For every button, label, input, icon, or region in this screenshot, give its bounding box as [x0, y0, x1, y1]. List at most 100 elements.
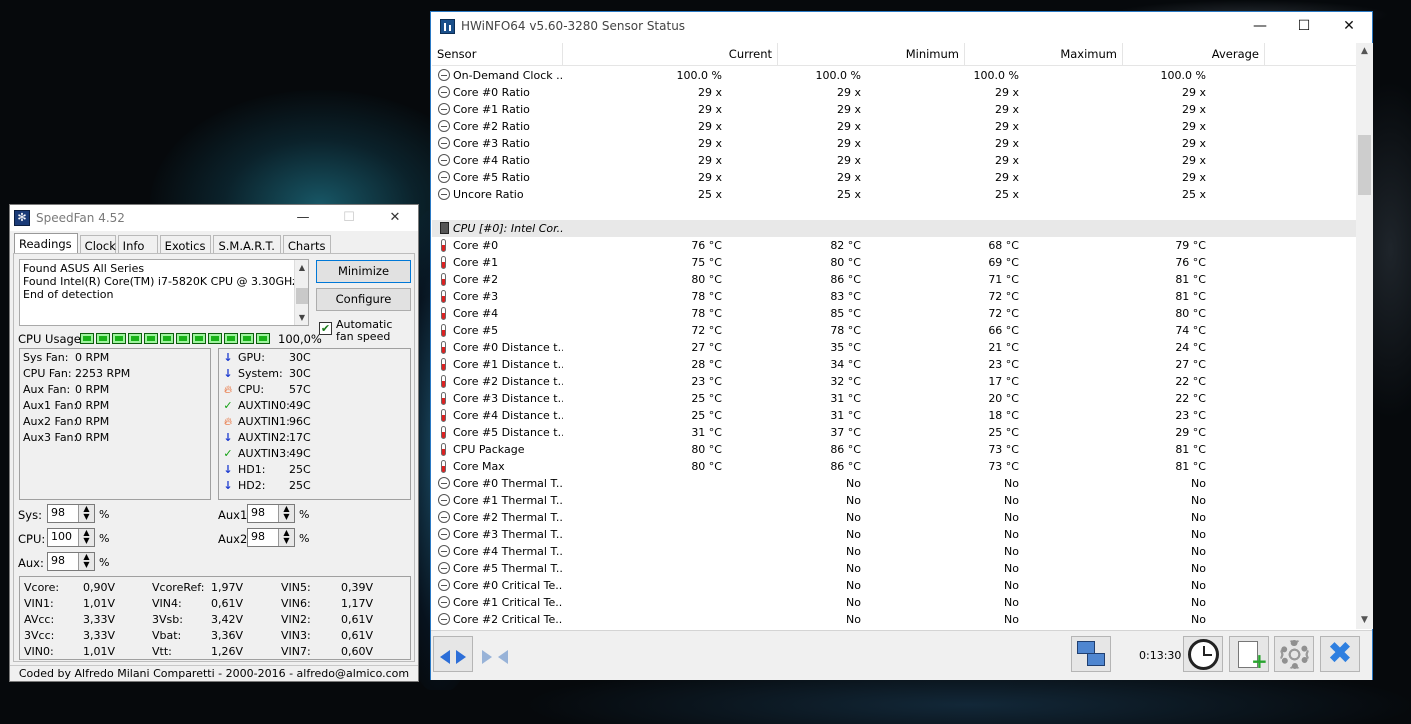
- auto-fan-speed-checkbox[interactable]: ✔ Automatic fan speed: [319, 319, 406, 343]
- spin-arrows-icon[interactable]: ▲ ▼: [78, 529, 94, 546]
- maximize-button[interactable]: ☐: [1281, 12, 1327, 42]
- flame-icon: 🔥︎: [223, 415, 233, 428]
- scroll-up-icon[interactable]: ▲: [295, 261, 309, 274]
- table-row[interactable]: Core #4 Distance t... 23 °C 18 °C 31 °C 25 °…: [432, 407, 1356, 424]
- table-row[interactable]: On-Demand Clock ... 100.0 % 100.0 % 100.0 %…: [432, 67, 1356, 84]
- close-sensors-button[interactable]: ✖: [1320, 636, 1360, 672]
- aux1-speed-stepper[interactable]: 98 ▲ ▼: [247, 504, 295, 523]
- table-row[interactable]: Core #3 Ratio 29 x 29 x 29 x 29 x: [432, 135, 1356, 152]
- tab-smart[interactable]: S.M.A.R.T.: [213, 235, 281, 254]
- table-row[interactable]: Core #0 Distance t... 24 °C 21 °C 35 °C 27 °…: [432, 339, 1356, 356]
- sensor-max-value: 37 °C: [830, 426, 861, 439]
- table-row[interactable]: Core #3 81 °C 72 °C 83 °C 78 °C: [432, 288, 1356, 305]
- table-row[interactable]: Core #4 Ratio 29 x 29 x 29 x 29 x: [432, 152, 1356, 169]
- sensor-current-value: No: [1191, 562, 1206, 575]
- network-button[interactable]: [1071, 636, 1111, 672]
- minimize-button[interactable]: —: [280, 205, 326, 231]
- scroll-thumb[interactable]: [1358, 135, 1371, 195]
- table-row[interactable]: Core #1 Thermal T... No No No: [432, 492, 1356, 509]
- table-row[interactable]: Core #5 Distance t... 29 °C 25 °C 37 °C 31 °…: [432, 424, 1356, 441]
- scroll-down-icon[interactable]: ▼: [295, 311, 309, 324]
- table-row[interactable]: Core Max 81 °C 73 °C 86 °C 80 °C: [432, 458, 1356, 475]
- tab-readings[interactable]: Readings: [14, 233, 78, 254]
- log-scrollbar[interactable]: ▲ ▼: [294, 260, 308, 325]
- expand-layout-button[interactable]: [433, 636, 473, 672]
- table-row[interactable]: Core #2 Ratio 29 x 29 x 29 x 29 x: [432, 118, 1356, 135]
- sensor-name: Core #1 Ratio: [453, 103, 530, 116]
- column-header-maximum[interactable]: Maximum: [965, 43, 1123, 66]
- sensor-name: Core #2 Thermal T...: [453, 511, 563, 524]
- maximize-button[interactable]: ☐: [326, 205, 372, 231]
- table-row[interactable]: Core #5 Ratio 29 x 29 x 29 x 29 x: [432, 169, 1356, 186]
- aux-speed-stepper[interactable]: 98 ▲ ▼: [47, 552, 95, 571]
- table-row[interactable]: Core #2 81 °C 71 °C 86 °C 80 °C: [432, 271, 1356, 288]
- sys-speed-stepper[interactable]: 98 ▲ ▼: [47, 504, 95, 523]
- minimize-button[interactable]: Minimize: [316, 260, 411, 283]
- table-row[interactable]: Core #3 Distance t... 22 °C 20 °C 31 °C 25 °…: [432, 390, 1356, 407]
- tab-exotics[interactable]: Exotics: [159, 235, 212, 254]
- table-row[interactable]: Core #3 Thermal T... No No No: [432, 526, 1356, 543]
- tab-info[interactable]: Info: [117, 235, 158, 254]
- sensor-name: Core #2 Critical Te...: [453, 613, 563, 626]
- aux2-speed-stepper[interactable]: 98 ▲ ▼: [247, 528, 295, 547]
- table-row[interactable]: Uncore Ratio 25 x 25 x 25 x 25 x: [432, 186, 1356, 203]
- sensor-name: Core #4 Ratio: [453, 154, 530, 167]
- table-row[interactable]: [432, 203, 1356, 220]
- sensor-max-value: 85 °C: [830, 307, 861, 320]
- table-row[interactable]: Core #0 Ratio 29 x 29 x 29 x 29 x: [432, 84, 1356, 101]
- tab-charts[interactable]: Charts: [282, 235, 332, 254]
- scroll-up-icon[interactable]: ▲: [1356, 43, 1373, 60]
- reset-clock-button[interactable]: [1183, 636, 1223, 672]
- close-button[interactable]: ✕: [372, 205, 418, 231]
- table-row[interactable]: Core #1 76 °C 69 °C 80 °C 75 °C: [432, 254, 1356, 271]
- minimize-button[interactable]: —: [1237, 12, 1283, 42]
- tab-clock[interactable]: Clock: [79, 235, 116, 254]
- table-row[interactable]: Core #2 Distance t... 22 °C 17 °C 32 °C 23 °…: [432, 373, 1356, 390]
- vertical-scrollbar[interactable]: ▲ ▼: [1356, 43, 1373, 629]
- cpu-speed-stepper[interactable]: 100 ▲ ▼: [47, 528, 95, 547]
- speedfan-window-title: SpeedFan 4.52: [36, 211, 125, 225]
- table-row[interactable]: Core #1 Ratio 29 x 29 x 29 x 29 x: [432, 101, 1356, 118]
- column-header-minimum[interactable]: Minimum: [778, 43, 965, 66]
- table-row[interactable]: Core #1 Critical Te... No No No: [432, 594, 1356, 611]
- sensor-name: Uncore Ratio: [453, 188, 524, 201]
- table-row[interactable]: Core #2 Critical Te... No No No: [432, 611, 1356, 628]
- table-row[interactable]: Core #5 74 °C 66 °C 78 °C 72 °C: [432, 322, 1356, 339]
- table-row[interactable]: Core #4 80 °C 72 °C 85 °C 78 °C: [432, 305, 1356, 322]
- table-row[interactable]: Core #0 79 °C 68 °C 82 °C 76 °C: [432, 237, 1356, 254]
- close-button[interactable]: ✕: [1326, 12, 1372, 42]
- spin-arrows-icon[interactable]: ▲ ▼: [278, 505, 294, 522]
- table-row[interactable]: Core #0 Critical Te... No No No: [432, 577, 1356, 594]
- table-row[interactable]: Core #2 Thermal T... No No No: [432, 509, 1356, 526]
- thermometer-icon: [441, 290, 446, 303]
- spin-arrows-icon[interactable]: ▲ ▼: [78, 553, 94, 570]
- table-row[interactable]: Core #5 Thermal T... No No No: [432, 560, 1356, 577]
- settings-button[interactable]: [1274, 636, 1314, 672]
- sensor-current-value: 23 °C: [1175, 409, 1206, 422]
- table-row[interactable]: CPU Package 81 °C 73 °C 86 °C 80 °C: [432, 441, 1356, 458]
- configure-button[interactable]: Configure: [316, 288, 411, 311]
- speedfan-titlebar[interactable]: ✻ SpeedFan 4.52 — ☐ ✕: [10, 205, 418, 231]
- column-header-current[interactable]: Current: [563, 43, 778, 66]
- sensor-group-row[interactable]: CPU [#0]: Intel Cor...: [432, 220, 1356, 237]
- sensor-avg-value: 25 °C: [691, 392, 722, 405]
- collapse-layout-button[interactable]: [477, 636, 517, 672]
- scroll-down-icon[interactable]: ▼: [1356, 612, 1373, 629]
- sensor-current-value: No: [1191, 511, 1206, 524]
- detection-log[interactable]: Found ASUS All Series Found Intel(R) Cor…: [19, 259, 309, 326]
- logging-button[interactable]: +: [1229, 636, 1269, 672]
- column-header-sensor[interactable]: Sensor: [432, 43, 563, 66]
- spin-arrows-icon[interactable]: ▲ ▼: [278, 529, 294, 546]
- voltage-label: AVcc:: [24, 612, 55, 626]
- sensor-avg-value: 78 °C: [691, 290, 722, 303]
- hwinfo-titlebar[interactable]: HWiNFO64 v5.60-3280 Sensor Status — ☐ ✕: [431, 12, 1372, 42]
- table-row[interactable]: Core #1 Distance t... 27 °C 23 °C 34 °C 28 °…: [432, 356, 1356, 373]
- column-header-average[interactable]: Average: [1123, 43, 1265, 66]
- voltage-label: VcoreRef:: [152, 580, 205, 594]
- spin-arrows-icon[interactable]: ▲ ▼: [78, 505, 94, 522]
- sensor-current-value: 22 °C: [1175, 392, 1206, 405]
- scroll-thumb[interactable]: [296, 288, 308, 304]
- sensor-max-value: 78 °C: [830, 324, 861, 337]
- table-row[interactable]: Core #0 Thermal T... No No No: [432, 475, 1356, 492]
- table-row[interactable]: Core #4 Thermal T... No No No: [432, 543, 1356, 560]
